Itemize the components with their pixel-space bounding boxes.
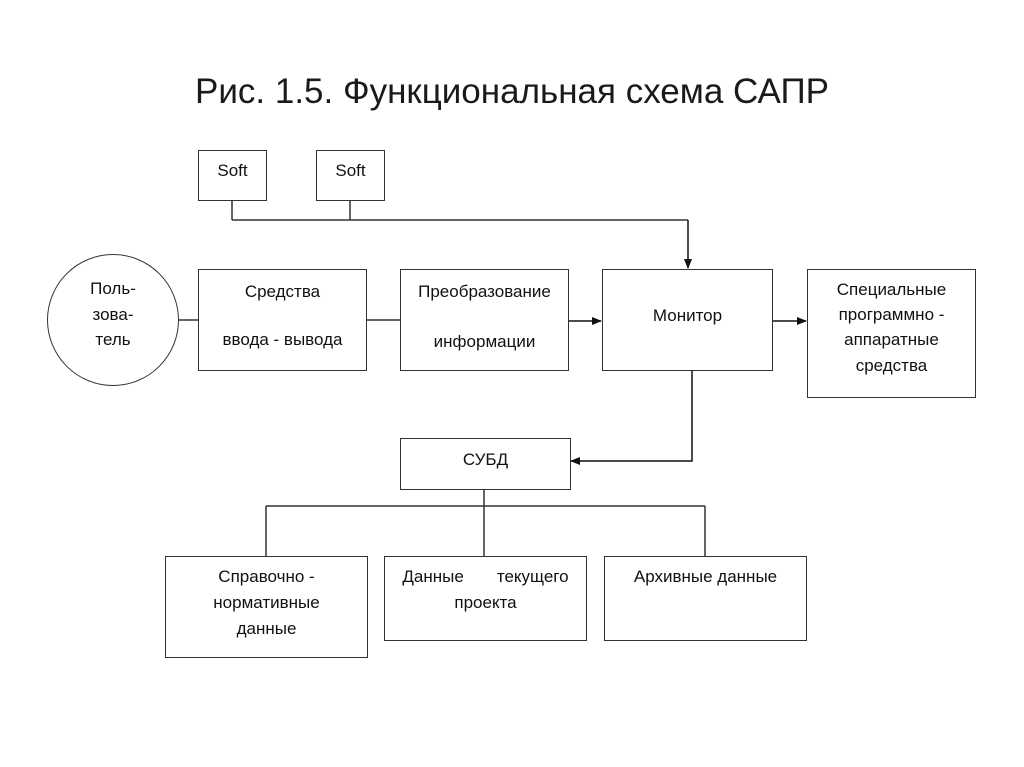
node-soft-1: Soft bbox=[198, 150, 267, 201]
node-io: Средства ввода - вывода bbox=[198, 269, 367, 371]
node-label: информации bbox=[433, 332, 536, 351]
node-soft-2: Soft bbox=[316, 150, 385, 201]
node-label: проекта bbox=[454, 593, 517, 612]
node-reference-data: Справочно - нормативные данные bbox=[165, 556, 368, 658]
node-label: Преобразование bbox=[418, 282, 551, 301]
node-archive-data: Архивные данные bbox=[604, 556, 807, 641]
node-label: Специальные bbox=[836, 280, 947, 299]
node-label: Архивные данные bbox=[633, 567, 778, 586]
node-label: Данные текущего bbox=[402, 567, 569, 586]
node-label: СУБД bbox=[462, 450, 509, 469]
node-label: программно - bbox=[838, 305, 945, 324]
node-label: Справочно - bbox=[218, 567, 315, 586]
node-label: Soft bbox=[335, 161, 366, 180]
node-label: ввода - вывода bbox=[222, 330, 343, 349]
edge-monitor-dbms bbox=[570, 370, 693, 465]
node-special: Специальные программно - аппаратные сред… bbox=[807, 269, 976, 398]
node-label: Средства bbox=[244, 282, 321, 301]
node-label: аппаратные bbox=[844, 330, 939, 349]
node-user: Поль- зова- тель bbox=[47, 254, 179, 386]
node-label: Поль- bbox=[90, 279, 136, 298]
node-transform: Преобразование информации bbox=[400, 269, 569, 371]
node-label: нормативные bbox=[213, 593, 320, 612]
node-label: средства bbox=[855, 356, 928, 375]
node-monitor: Монитор bbox=[602, 269, 773, 371]
node-label: тель bbox=[95, 330, 131, 349]
node-current-project-data: Данные текущего проекта bbox=[384, 556, 587, 641]
node-label: зова- bbox=[92, 305, 134, 324]
node-label: данные bbox=[236, 619, 297, 638]
node-dbms: СУБД bbox=[400, 438, 571, 490]
node-label: Soft bbox=[217, 161, 248, 180]
node-label: Монитор bbox=[652, 306, 723, 325]
